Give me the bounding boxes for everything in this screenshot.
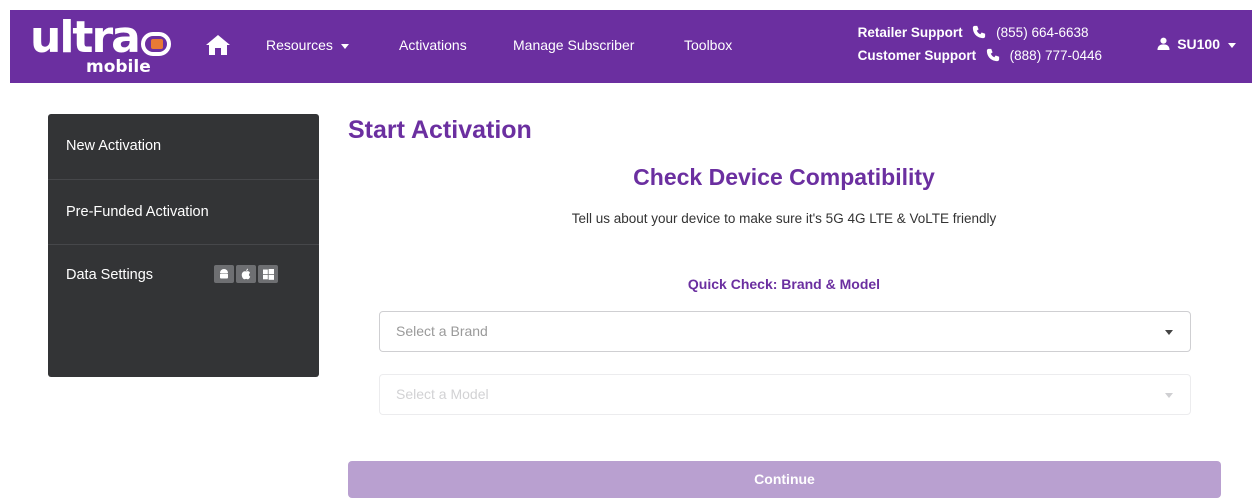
brand-select-placeholder: Select a Brand [396,323,488,339]
customer-support-row: Customer Support (888) 777-0446 [858,44,1102,67]
sidebar-item-label: Pre-Funded Activation [66,204,209,220]
model-select[interactable]: Select a Model [379,374,1191,415]
sidebar-item-label: Data Settings [66,267,154,283]
chevron-down-icon [1165,393,1173,398]
sidebar-item-pre-funded-activation[interactable]: Pre-Funded Activation [48,180,319,245]
chevron-down-icon [340,43,349,49]
sidebar-item-label: New Activation [66,138,162,154]
support-contacts: Retailer Support (855) 664-6638 Customer… [858,21,1102,67]
windows-icon[interactable] [258,265,278,283]
android-icon[interactable] [214,265,234,283]
apple-icon[interactable] [236,265,256,283]
logo-subtitle: mobile [86,57,151,77]
os-icons-group [214,265,278,283]
customer-support-phone[interactable]: (888) 777-0446 [1010,48,1102,63]
nav-resources[interactable]: Resources [266,37,349,53]
chevron-down-icon [1165,330,1173,335]
nav-manage-subscriber[interactable]: Manage Subscriber [513,37,634,53]
section-title: Check Device Compatibility [633,164,935,190]
logo-bubble-icon [141,32,171,56]
sidebar-item-new-activation[interactable]: New Activation [48,114,319,179]
retailer-support-row: Retailer Support (855) 664-6638 [858,21,1102,44]
logo-wordmark: ultra [30,12,141,63]
nav-resources-label: Resources [266,37,333,53]
retailer-support-label: Retailer Support [857,25,963,40]
phone-icon [973,25,986,39]
section-description: Tell us about your device to make sure i… [571,211,997,226]
continue-button[interactable]: Continue [348,461,1221,498]
nav-activations[interactable]: Activations [399,37,467,53]
quick-check-title: Quick Check: Brand & Model [687,276,881,292]
user-menu[interactable]: SU100 [1157,36,1236,52]
nav-toolbox[interactable]: Toolbox [684,37,732,53]
customer-support-label: Customer Support [857,48,977,63]
sidebar: New Activation Pre-Funded Activation Dat… [48,114,319,377]
retailer-support-phone[interactable]: (855) 664-6638 [996,25,1088,40]
chevron-down-icon [1228,42,1236,48]
home-icon[interactable] [205,34,231,56]
page-title: Start Activation [348,116,532,144]
top-navbar: ultra mobile Resources Activations Manag… [10,10,1252,83]
brand-select[interactable]: Select a Brand [379,311,1191,352]
phone-icon [986,48,1000,62]
model-select-placeholder: Select a Model [396,386,489,402]
sidebar-item-data-settings[interactable]: Data Settings [48,245,319,310]
user-name: SU100 [1177,36,1220,52]
user-icon [1157,37,1170,50]
ultra-mobile-logo[interactable]: ultra mobile [30,12,171,78]
